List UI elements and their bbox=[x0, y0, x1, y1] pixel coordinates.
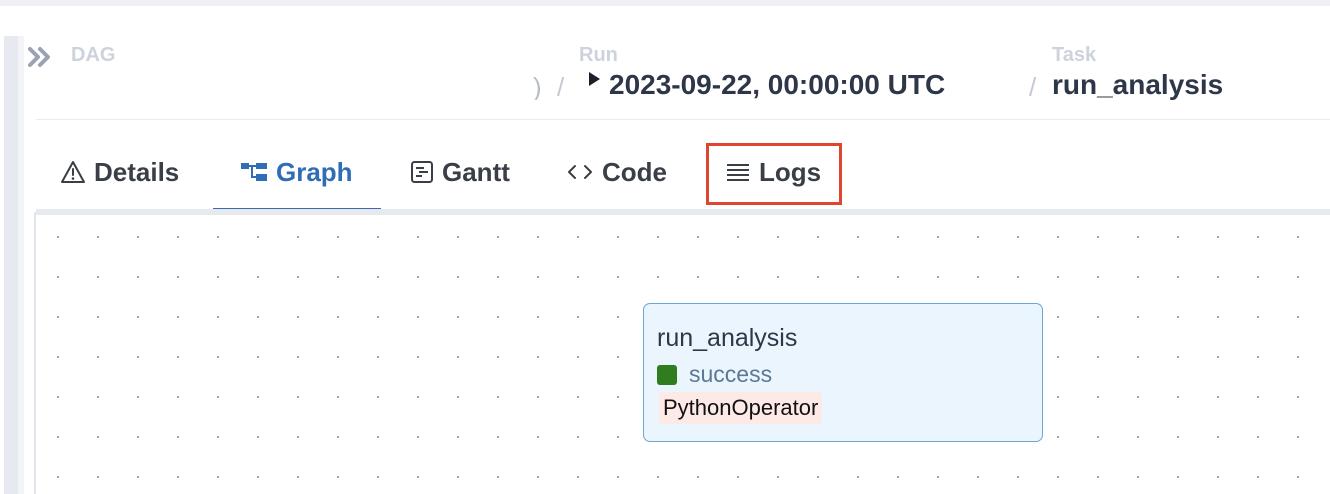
breadcrumb-separator: / bbox=[1029, 72, 1037, 102]
tab-details[interactable]: Details bbox=[60, 150, 179, 194]
logs-tab-highlight bbox=[706, 143, 842, 205]
code-icon bbox=[566, 160, 594, 184]
graph-icon bbox=[240, 160, 268, 184]
double-chevron-right-icon[interactable] bbox=[27, 44, 53, 70]
task-status: success bbox=[689, 361, 773, 387]
task-node[interactable]: run_analysis success PythonOperator bbox=[643, 303, 1043, 442]
breadcrumb-separator: / bbox=[557, 72, 565, 102]
breadcrumb-dag-value[interactable]: ) bbox=[533, 72, 545, 100]
task-node-title: run_analysis bbox=[657, 324, 798, 352]
status-indicator bbox=[657, 365, 677, 385]
tab-label: Gantt bbox=[442, 156, 510, 187]
tab-code[interactable]: Code bbox=[566, 150, 667, 194]
sidebar-rail[interactable] bbox=[4, 36, 18, 494]
tab-label: Code bbox=[602, 156, 667, 187]
play-icon bbox=[589, 72, 600, 86]
header-divider bbox=[36, 119, 1330, 120]
tab-graph[interactable]: Graph bbox=[240, 150, 353, 194]
breadcrumb-task-label: Task bbox=[1052, 44, 1097, 66]
tab-label: Graph bbox=[276, 156, 353, 187]
sidebar-rail-edge bbox=[18, 36, 24, 494]
tab-label: Details bbox=[94, 156, 180, 187]
breadcrumb-dag-label: DAG bbox=[71, 44, 116, 66]
breadcrumb-run-value[interactable]: 2023-09-22, 00:00:00 UTC bbox=[609, 69, 945, 101]
breadcrumb-task-value[interactable]: run_analysis bbox=[1052, 69, 1223, 101]
operator-badge: PythonOperator bbox=[659, 392, 823, 424]
tab-gantt[interactable]: Gantt bbox=[410, 150, 510, 194]
top-strip bbox=[0, 0, 1330, 6]
warning-triangle-icon bbox=[60, 160, 86, 184]
gantt-icon bbox=[410, 160, 434, 184]
breadcrumb-run-label: Run bbox=[579, 44, 618, 66]
